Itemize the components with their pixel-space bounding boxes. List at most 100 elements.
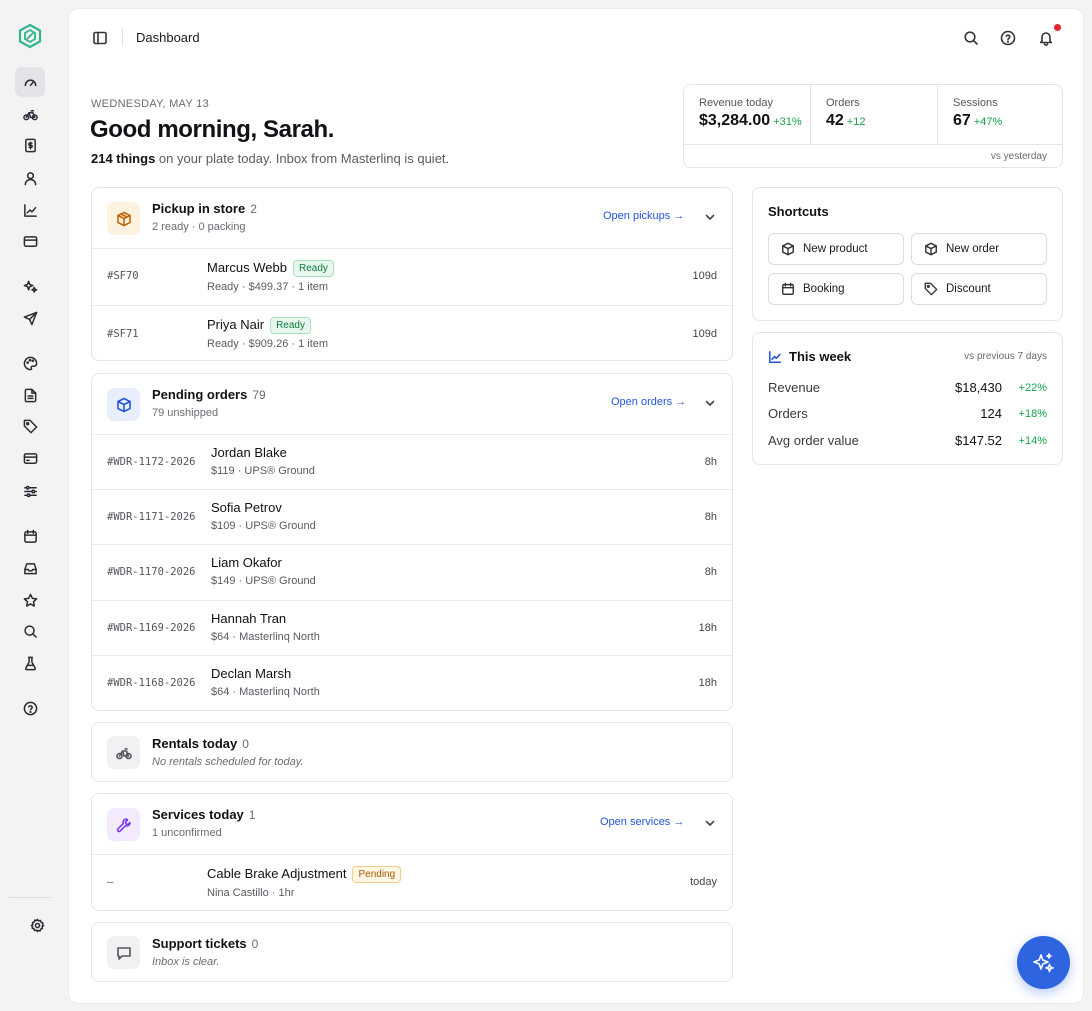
orders-collapse-button[interactable] — [703, 396, 717, 410]
rail-calendar[interactable] — [15, 521, 45, 551]
rail-labs[interactable] — [15, 648, 45, 678]
card-icon — [23, 235, 37, 247]
box-icon — [782, 242, 794, 256]
rentals-title: Rentals today 0 — [152, 736, 249, 751]
pickup-meta: Ready · $909.26 · 1 item — [207, 338, 329, 350]
rail-payments[interactable] — [15, 226, 45, 256]
kpi-revenue: Revenue today $3,284.00 +31% — [684, 85, 810, 145]
kpi-delta: +12 — [846, 116, 866, 128]
status-badge: Ready — [292, 260, 334, 277]
services-card: Services today 1 1 unconfirmed Open servi… — [91, 793, 733, 911]
rentals-header: Rentals today 0 No rentals scheduled for … — [92, 723, 732, 783]
user-icon — [24, 171, 36, 185]
rail-pages[interactable] — [15, 380, 45, 410]
service-row[interactable]: — Cable Brake Adjustment Pending Nina Cas… — [92, 854, 732, 911]
week-metric-value: $147.52 — [955, 433, 1002, 448]
pickups-header[interactable]: Pickup in store 2 2 ready · 0 packing Ope… — [92, 188, 732, 248]
discount-button[interactable]: Discount — [911, 273, 1047, 305]
notification-dot — [1054, 24, 1061, 31]
rail-bikes[interactable] — [15, 99, 45, 129]
trend-chart-icon — [768, 350, 782, 363]
order-meta: $64 · Masterlinq North — [211, 686, 320, 698]
rail-dashboard[interactable] — [15, 67, 45, 97]
rail-discounts[interactable] — [15, 411, 45, 441]
order-meta: $119 · UPS® Ground — [211, 465, 315, 477]
pickups-card: Pickup in store 2 2 ready · 0 packing Ope… — [91, 187, 733, 361]
rail-inbox[interactable] — [15, 553, 45, 583]
rail-settings[interactable] — [22, 910, 52, 940]
rail-search[interactable] — [15, 616, 45, 646]
top-bar: Dashboard — [69, 9, 1083, 67]
chevron-down-icon — [705, 820, 715, 826]
palette-icon — [23, 356, 37, 370]
pickup-id: #SF70 — [107, 270, 139, 282]
rail-analytics[interactable] — [15, 195, 45, 225]
ai-assistant-button[interactable] — [1017, 936, 1070, 989]
week-metric-label: Orders — [768, 406, 808, 421]
support-subtitle: Inbox is clear. — [152, 956, 220, 968]
order-age: 18h — [698, 622, 717, 634]
rail-settings-filters[interactable] — [15, 476, 45, 506]
kpi-label: Sessions — [953, 97, 998, 109]
kpi-delta: +47% — [973, 116, 1003, 128]
support-header: Support tickets 0 Inbox is clear. — [92, 923, 732, 983]
rail-marketing[interactable] — [15, 303, 45, 333]
search-button[interactable] — [959, 26, 983, 50]
new-product-button[interactable]: New product — [768, 233, 904, 265]
kpi-label: Revenue today — [699, 97, 773, 109]
rail-help[interactable] — [15, 693, 45, 723]
open-orders-link[interactable]: Open orders → — [611, 396, 686, 408]
help-button[interactable] — [996, 26, 1020, 50]
services-header[interactable]: Services today 1 1 unconfirmed Open servi… — [92, 794, 732, 854]
week-metric-value: $18,430 — [955, 380, 1002, 395]
kpi-value: 67 +47% — [953, 112, 1003, 129]
brand-logo-icon[interactable] — [17, 23, 43, 49]
orders-header[interactable]: Pending orders 79 79 unshipped Open order… — [92, 374, 732, 434]
rail-theme[interactable] — [15, 348, 45, 378]
rail-reviews[interactable] — [15, 585, 45, 615]
week-metric-value: 124 — [980, 406, 1002, 421]
order-meta: $64 · Masterlinq North — [211, 631, 320, 643]
order-row[interactable]: #WDR-1172-2026 Jordan Blake $119 · UPS® … — [92, 434, 732, 489]
rail-billing[interactable] — [15, 443, 45, 473]
customer-name: Sofia Petrov — [211, 500, 282, 515]
rail-ai[interactable] — [15, 271, 45, 301]
order-row[interactable]: #WDR-1170-2026 Liam Okafor $149 · UPS® G… — [92, 544, 732, 600]
kpi-value: 42 +12 — [826, 112, 866, 129]
open-services-link[interactable]: Open services → — [600, 816, 684, 828]
booking-button[interactable]: Booking — [768, 273, 904, 305]
pickup-row[interactable]: #SF70 Marcus Webb Ready Ready · $499.37 ·… — [92, 248, 732, 305]
main-panel: Dashboard WEDNESDAY, MAY 13 Good morning… — [68, 8, 1084, 1004]
week-title: This week — [768, 349, 851, 364]
toggle-sidebar-button[interactable] — [88, 26, 112, 50]
left-rail — [0, 0, 60, 1011]
order-id: #WDR-1168-2026 — [107, 677, 196, 689]
rail-invoices[interactable] — [15, 130, 45, 160]
task-count: 214 things — [91, 151, 156, 166]
open-pickups-link[interactable]: Open pickups → — [603, 210, 684, 222]
new-order-button[interactable]: New order — [911, 233, 1047, 265]
sparkles-icon — [23, 280, 37, 293]
chevron-down-icon — [705, 400, 715, 406]
order-age: 8h — [704, 511, 717, 523]
customer-name: Liam Okafor — [211, 555, 282, 570]
order-row[interactable]: #WDR-1171-2026 Sofia Petrov $109 · UPS® … — [92, 489, 732, 544]
order-row[interactable]: #WDR-1169-2026 Hannah Tran $64 · Masterl… — [92, 600, 732, 655]
rail-customers[interactable] — [15, 163, 45, 193]
message-icon — [107, 936, 140, 969]
order-id: #WDR-1169-2026 — [107, 622, 196, 634]
services-subtitle: 1 unconfirmed — [152, 827, 222, 839]
flask-icon — [24, 656, 36, 670]
pickups-title: Pickup in store 2 — [152, 201, 257, 216]
credit-card-icon — [23, 452, 37, 464]
receipt-icon — [24, 138, 36, 152]
box-icon — [107, 388, 140, 421]
tag-icon — [23, 419, 37, 433]
pickup-age: 109d — [692, 328, 717, 340]
services-collapse-button[interactable] — [703, 816, 717, 830]
pickups-collapse-button[interactable] — [703, 210, 717, 224]
pickup-row[interactable]: #SF71 Priya Nair Ready Ready · $909.26 · … — [92, 305, 732, 361]
week-metric-label: Revenue — [768, 380, 821, 395]
order-row[interactable]: #WDR-1168-2026 Declan Marsh $64 · Master… — [92, 655, 732, 711]
kpi-label: Orders — [826, 97, 860, 109]
